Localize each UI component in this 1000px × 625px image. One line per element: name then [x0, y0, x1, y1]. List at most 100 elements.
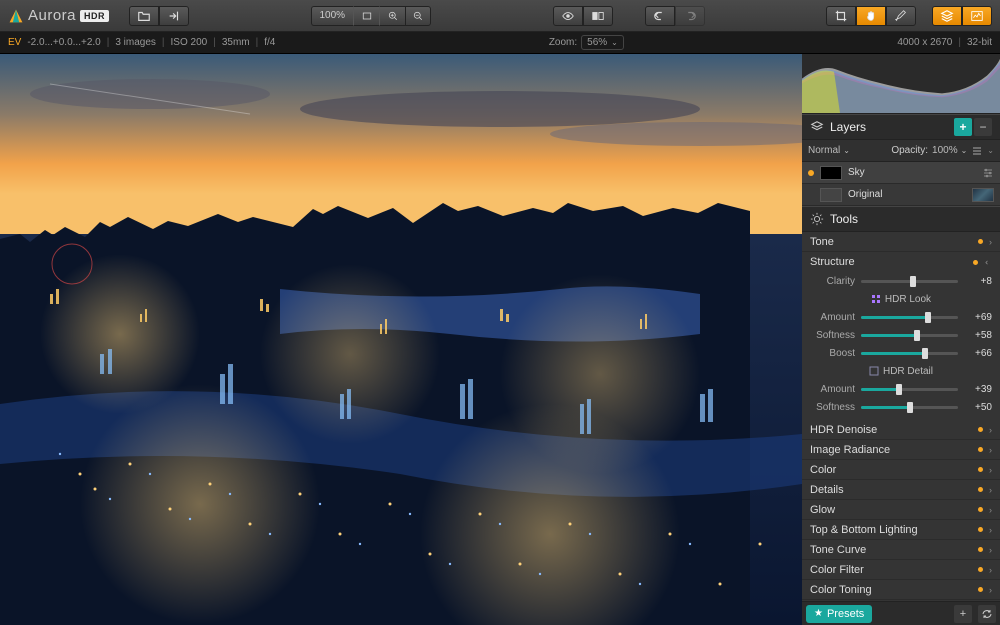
tool-section-image-radiance[interactable]: Image Radiance ›	[802, 440, 1000, 460]
layer-blend-controls: Normal⌄ Opacity: 100%⌄ ⌄	[802, 140, 1000, 162]
slider-hdrlook-amount[interactable]: Amount +69	[802, 308, 1000, 326]
chevron-down-icon: ⌄	[961, 146, 968, 155]
layer-settings-icon[interactable]	[982, 168, 994, 178]
layer-row-original[interactable]: Original	[802, 184, 1000, 206]
tool-section-color-toning[interactable]: Color Toning ›	[802, 580, 1000, 600]
square-icon	[869, 366, 879, 376]
tools-title: Tools	[830, 212, 858, 226]
right-sidebar: Layers + − Normal⌄ Opacity: 100%⌄ ⌄ Sky	[802, 54, 1000, 625]
add-layer-button[interactable]: +	[954, 118, 972, 136]
layer-name: Sky	[848, 167, 976, 178]
chevron-right-icon: ›	[989, 485, 992, 495]
chevron-right-icon: ›	[989, 505, 992, 515]
tool-section-details[interactable]: Details ›	[802, 480, 1000, 500]
layer-row-sky[interactable]: Sky	[802, 162, 1000, 184]
app-logo: Aurora HDR	[8, 7, 109, 24]
compare-button[interactable]	[583, 6, 613, 26]
layer-thumbnail	[820, 188, 842, 202]
tools-panel-header[interactable]: Tools	[802, 206, 1000, 232]
chevron-right-icon: ›	[989, 585, 992, 595]
app-badge: HDR	[80, 10, 109, 22]
chevron-right-icon: ›	[989, 525, 992, 535]
zoom-in-button[interactable]	[379, 6, 405, 26]
visibility-dot-icon[interactable]	[808, 170, 814, 176]
sync-preset-button[interactable]	[978, 605, 996, 623]
open-button[interactable]	[129, 6, 159, 26]
tool-section-color[interactable]: Color ›	[802, 460, 1000, 480]
zoom-label: Zoom:	[549, 37, 577, 48]
chevron-down-icon: ⌄	[843, 146, 850, 155]
layers-toggle-button[interactable]	[932, 6, 962, 26]
ev-label: EV	[8, 37, 21, 48]
active-dot-icon	[978, 487, 983, 492]
zoom-fit-button[interactable]	[353, 6, 379, 26]
slider-hdrlook-softness[interactable]: Softness +58	[802, 326, 1000, 344]
undo-button[interactable]	[645, 6, 675, 26]
tool-section-hdr-denoise[interactable]: HDR Denoise ›	[802, 420, 1000, 440]
presets-button[interactable]: ★ Presets	[806, 605, 872, 623]
histogram-panel[interactable]	[802, 54, 1000, 114]
active-dot-icon	[978, 547, 983, 552]
histogram-toggle-button[interactable]	[962, 6, 992, 26]
iso-value: ISO 200	[171, 37, 208, 48]
tool-section-color-filter[interactable]: Color Filter ›	[802, 560, 1000, 580]
preview-button[interactable]	[553, 6, 583, 26]
tool-section-glow[interactable]: Glow ›	[802, 500, 1000, 520]
aperture: f/4	[264, 37, 275, 48]
zoom-dropdown[interactable]: 56% ⌄	[581, 35, 624, 50]
aurora-logo-icon	[8, 8, 24, 24]
layer-name: Original	[848, 189, 966, 200]
opacity-dropdown[interactable]: 100%⌄	[932, 145, 967, 156]
chevron-down-icon: ⌄	[987, 146, 994, 155]
chevron-right-icon: ›	[989, 425, 992, 435]
main-toolbar: Aurora HDR 100%	[0, 0, 1000, 32]
layers-panel-header[interactable]: Layers + −	[802, 114, 1000, 140]
active-dot-icon	[978, 527, 983, 532]
export-button[interactable]	[159, 6, 189, 26]
layers-icon	[810, 120, 824, 134]
app-name: Aurora	[28, 7, 76, 24]
active-dot-icon	[973, 260, 978, 265]
crop-button[interactable]	[826, 6, 856, 26]
slider-hdrdetail-amount[interactable]: Amount +39	[802, 380, 1000, 398]
hand-tool-button[interactable]	[856, 6, 886, 26]
slider-clarity[interactable]: Clarity +8	[802, 272, 1000, 290]
focal-length: 35mm	[222, 37, 250, 48]
zoom-out-button[interactable]	[405, 6, 431, 26]
chevron-right-icon: ›	[989, 545, 992, 555]
chevron-right-icon: ›	[989, 565, 992, 575]
add-preset-button[interactable]: +	[954, 605, 972, 623]
tool-section-tone[interactable]: Tone ›	[802, 232, 1000, 252]
opacity-label: Opacity:	[891, 145, 928, 156]
chevron-down-icon: ⌄	[611, 38, 618, 47]
slider-hdrlook-boost[interactable]: Boost +66	[802, 344, 1000, 362]
active-dot-icon	[978, 467, 983, 472]
tool-section-structure[interactable]: Structure ⌄	[802, 252, 1000, 272]
slider-hdrdetail-softness[interactable]: Softness +50	[802, 398, 1000, 416]
tool-section-tone-curve[interactable]: Tone Curve ›	[802, 540, 1000, 560]
grid-icon	[871, 294, 881, 304]
active-dot-icon	[978, 239, 983, 244]
hdr-look-subheader: HDR Look	[802, 290, 1000, 308]
image-count: 3 images	[115, 37, 156, 48]
redo-button[interactable]	[675, 6, 705, 26]
layer-options-icon[interactable]	[971, 145, 983, 157]
chevron-right-icon: ›	[989, 445, 992, 455]
chevron-right-icon: ›	[989, 465, 992, 475]
remove-layer-button[interactable]: −	[974, 118, 992, 136]
info-bar: EV -2.0...+0.0...+2.0 | 3 images | ISO 2…	[0, 32, 1000, 54]
tool-section-top-bottom-lighting[interactable]: Top & Bottom Lighting ›	[802, 520, 1000, 540]
active-dot-icon	[978, 507, 983, 512]
active-dot-icon	[978, 447, 983, 452]
chevron-down-icon: ⌄	[983, 258, 994, 266]
layers-title: Layers	[830, 120, 866, 134]
blend-mode-dropdown[interactable]: Normal⌄	[808, 145, 850, 156]
image-canvas[interactable]	[0, 54, 802, 625]
brush-button[interactable]	[886, 6, 916, 26]
zoom-readout[interactable]: 100%	[311, 6, 354, 26]
star-icon: ★	[814, 608, 823, 619]
sync-icon	[981, 608, 993, 620]
active-dot-icon	[978, 427, 983, 432]
zoom-value: 56%	[587, 37, 607, 48]
tools-list: Tone › Structure ⌄ Clarity +8 HDR Look A…	[802, 232, 1000, 601]
